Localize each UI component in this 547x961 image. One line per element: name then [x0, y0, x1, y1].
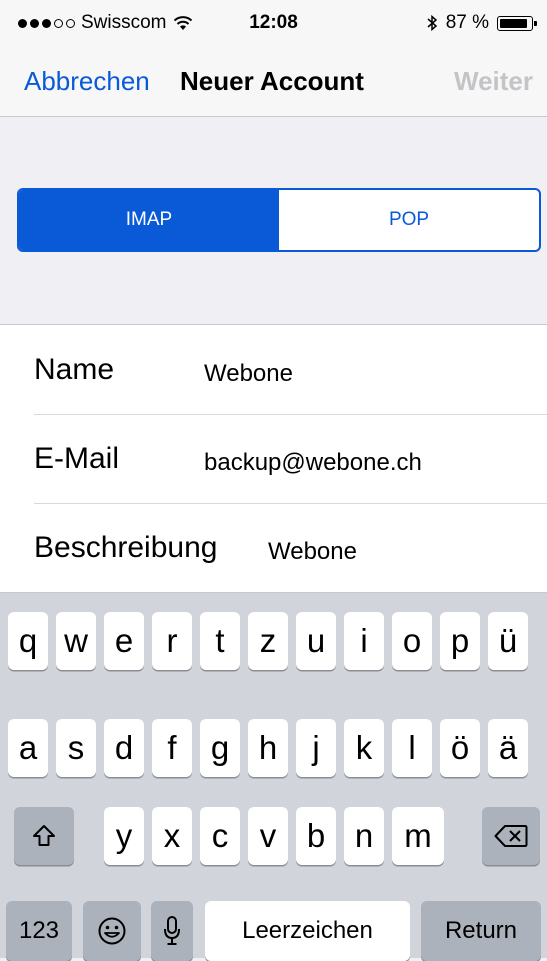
key-x[interactable]: x — [152, 807, 192, 865]
shift-key[interactable] — [14, 807, 74, 865]
name-field[interactable]: Webone — [204, 360, 293, 388]
key-i[interactable]: i — [344, 612, 384, 670]
key-n[interactable]: n — [344, 807, 384, 865]
battery-percent: 87 % — [445, 12, 489, 33]
form-row-email[interactable]: E-Mail backup@webone.ch — [34, 414, 547, 504]
key-d[interactable]: d — [104, 719, 144, 777]
battery-icon — [497, 15, 537, 31]
key-t[interactable]: t — [200, 612, 240, 670]
return-key[interactable]: Return — [421, 901, 541, 961]
account-form: Name Webone E-Mail backup@webone.ch Besc… — [0, 324, 547, 593]
key-ue[interactable]: ü — [488, 612, 528, 670]
key-z[interactable]: z — [248, 612, 288, 670]
key-y[interactable]: y — [104, 807, 144, 865]
protocol-segmented-control: IMAP POP — [17, 188, 541, 252]
key-w[interactable]: w — [56, 612, 96, 670]
keyboard: q w e r t z u i o p ü a s d f g h j k l … — [0, 592, 547, 961]
microphone-icon — [164, 916, 180, 945]
key-s[interactable]: s — [56, 719, 96, 777]
next-button[interactable]: Weiter — [454, 66, 533, 97]
key-j[interactable]: j — [296, 719, 336, 777]
space-key[interactable]: Leerzeichen — [205, 901, 410, 961]
description-field[interactable]: Webone — [268, 538, 357, 566]
key-e[interactable]: e — [104, 612, 144, 670]
key-u[interactable]: u — [296, 612, 336, 670]
page-title: Neuer Account — [180, 66, 364, 96]
description-label: Beschreibung — [34, 531, 218, 564]
key-b[interactable]: b — [296, 807, 336, 865]
status-bar: Swisscom 12:08 87 % — [0, 0, 547, 40]
key-o[interactable]: o — [392, 612, 432, 670]
form-row-name[interactable]: Name Webone — [34, 325, 547, 415]
key-oe[interactable]: ö — [440, 719, 480, 777]
key-v[interactable]: v — [248, 807, 288, 865]
key-c[interactable]: c — [200, 807, 240, 865]
backspace-icon — [494, 825, 528, 847]
key-p[interactable]: p — [440, 612, 480, 670]
key-a[interactable]: a — [8, 719, 48, 777]
key-l[interactable]: l — [392, 719, 432, 777]
email-label: E-Mail — [34, 442, 120, 475]
emoji-icon — [98, 917, 126, 945]
segment-pop[interactable]: POP — [279, 190, 539, 250]
key-r[interactable]: r — [152, 612, 192, 670]
dictation-key[interactable] — [151, 901, 193, 961]
email-field[interactable]: backup@webone.ch — [204, 449, 422, 477]
navigation-bar: Abbrechen Neuer Account Weiter — [0, 40, 547, 117]
section-spacer — [0, 117, 547, 176]
segment-imap[interactable]: IMAP — [19, 190, 279, 250]
key-m[interactable]: m — [392, 807, 444, 865]
numbers-key[interactable]: 123 — [6, 901, 72, 961]
bluetooth-icon — [427, 14, 437, 32]
key-q[interactable]: q — [8, 612, 48, 670]
key-g[interactable]: g — [200, 719, 240, 777]
key-h[interactable]: h — [248, 719, 288, 777]
form-row-description[interactable]: Beschreibung Webone — [34, 503, 547, 592]
key-ae[interactable]: ä — [488, 719, 528, 777]
name-label: Name — [34, 353, 115, 386]
shift-icon — [33, 825, 55, 846]
status-right: 87 % — [426, 12, 537, 34]
backspace-key[interactable] — [482, 807, 540, 865]
emoji-key[interactable] — [83, 901, 141, 961]
key-f[interactable]: f — [152, 719, 192, 777]
key-k[interactable]: k — [344, 719, 384, 777]
cancel-button[interactable]: Abbrechen — [24, 66, 150, 97]
